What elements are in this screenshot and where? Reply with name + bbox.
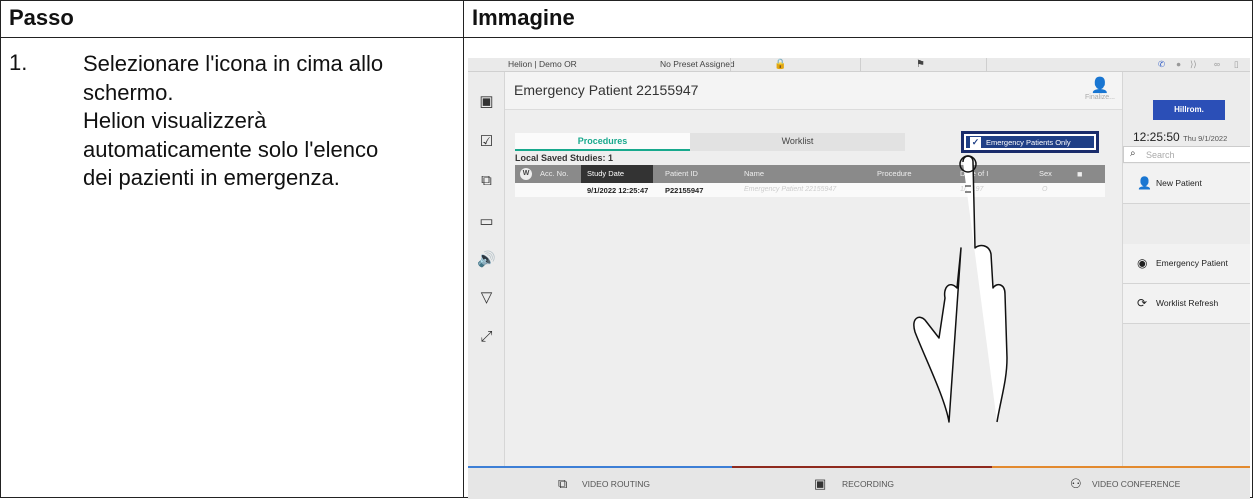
table-row[interactable]: 9/1/2022 12:25:47 P22155947 Emergency Pa…: [515, 183, 1105, 197]
refresh-icon: ⟳: [1137, 296, 1148, 310]
recording-label: RECORDING: [842, 479, 894, 489]
col-sex[interactable]: Sex: [1039, 169, 1052, 178]
display-icon[interactable]: ▭: [468, 212, 505, 230]
tab-bar: Procedures Worklist: [515, 133, 905, 151]
new-patient-button[interactable]: 👤 New Patient: [1123, 164, 1250, 204]
w-column-badge[interactable]: W: [520, 168, 532, 180]
step-line: Helion visualizzerà: [83, 108, 267, 133]
search-placeholder: Search: [1146, 150, 1175, 160]
patient-bar: Emergency Patient 22155947 👤 Finalize...: [505, 72, 1122, 110]
lock-icon[interactable]: 🔒: [774, 59, 786, 70]
user-check-icon: 👤: [1090, 77, 1110, 94]
right-panel: Hillrom. 12:25:50 Thu 9/1/2022 ⌕ Search …: [1122, 72, 1250, 466]
video-routing-label: VIDEO ROUTING: [582, 479, 651, 489]
step-cell: 1. Selezionare l'icona in cima allo sche…: [0, 37, 464, 498]
emergency-toggle-label: Emergency Patients Only: [986, 138, 1071, 147]
tab-worklist[interactable]: Worklist: [690, 133, 905, 151]
new-patient-label: New Patient: [1156, 178, 1202, 188]
status-dot-icon: ●: [1176, 59, 1182, 69]
step-line: schermo.: [83, 79, 174, 105]
instruction-table: Passo Immagine 1. Selezionare l'icona in…: [0, 0, 1253, 499]
worklist-refresh-button[interactable]: ⟳ Worklist Refresh: [1123, 284, 1250, 324]
search-icon: ⌕: [1130, 148, 1136, 159]
main-panel: Emergency Patient 22155947 👤 Finalize...…: [505, 72, 1122, 466]
step-line: dei pazienti in emergenza.: [83, 165, 340, 190]
col-study-date[interactable]: Study Date: [581, 165, 653, 183]
step-text: Selezionare l'icona in cima allo schermo…: [83, 50, 455, 193]
row-sex: O: [1042, 186, 1048, 193]
battery-icon: ▯: [1234, 59, 1239, 69]
emergency-person-icon[interactable]: ⚑: [916, 59, 925, 70]
worklist-refresh-label: Worklist Refresh: [1156, 298, 1219, 308]
layout-icon[interactable]: ⧉: [468, 172, 505, 189]
app-title: Helion | Demo OR: [508, 59, 577, 69]
clock-date: Thu 9/1/2022: [1183, 134, 1228, 143]
checklist-icon[interactable]: ☑: [468, 132, 505, 150]
local-saved-count: Local Saved Studies: 1: [515, 153, 614, 163]
tab-procedures[interactable]: Procedures: [515, 133, 690, 151]
recording-button[interactable]: ▣ RECORDING: [732, 466, 992, 499]
hillrom-logo: Hillrom.: [1153, 100, 1225, 120]
video-conference-label: VIDEO CONFERENCE: [1092, 479, 1181, 489]
step-line: Selezionare l'icona in cima allo: [83, 51, 384, 76]
checkbox-icon: ✓: [970, 137, 981, 148]
clock: 12:25:50 Thu 9/1/2022: [1133, 130, 1227, 144]
col-patient-id[interactable]: Patient ID: [665, 169, 698, 178]
bottom-bar: ⧉ VIDEO ROUTING ▣ RECORDING ⚇ VIDEO CONF…: [468, 466, 1250, 499]
top-status-bar: Helion | Demo OR No Preset Assigned 🔒 ⚑ …: [468, 58, 1250, 72]
emergency-light-icon: ◉: [1137, 256, 1148, 270]
col-name[interactable]: Name: [744, 169, 764, 178]
header-passo: Passo: [0, 0, 464, 38]
phone-icon[interactable]: ✆: [1158, 59, 1165, 70]
video-routing-button[interactable]: ⧉ VIDEO ROUTING: [468, 466, 732, 499]
clock-time: 12:25:50: [1133, 130, 1180, 144]
patient-card-icon[interactable]: ▣: [468, 92, 505, 110]
helion-screenshot: Helion | Demo OR No Preset Assigned 🔒 ⚑ …: [468, 58, 1250, 499]
left-toolbar: ▣ ☑ ⧉ ▭ 🔊 ▽ ⤢: [468, 72, 505, 466]
emergency-patient-button[interactable]: ◉ Emergency Patient: [1123, 244, 1250, 284]
row-patient-id: P22155947: [665, 186, 704, 195]
row-name: Emergency Patient 22155947: [744, 186, 837, 193]
search-input[interactable]: ⌕ Search: [1123, 146, 1250, 163]
signal-icon: ⟩⟩: [1190, 59, 1197, 69]
col-acc[interactable]: Acc. No.: [540, 169, 568, 178]
preset-label: No Preset Assigned: [660, 59, 735, 69]
step-number: 1.: [9, 50, 28, 75]
table-header: W Acc. No. Study Date Patient ID Name Pr…: [515, 165, 1105, 183]
add-user-icon: 👤: [1137, 176, 1152, 190]
light-icon[interactable]: ▽: [468, 288, 505, 306]
folder-icon[interactable]: ■: [1077, 169, 1082, 179]
video-routing-icon: ⧉: [558, 476, 568, 491]
recording-icon: ▣: [814, 476, 827, 491]
header-immagine: Immagine: [463, 0, 1253, 38]
video-conference-button[interactable]: ⚇ VIDEO CONFERENCE: [992, 466, 1250, 499]
row-study-date: 9/1/2022 12:25:47: [587, 186, 649, 195]
step-line: automaticamente solo l'elenco: [83, 136, 379, 162]
hand-pointer-icon: [913, 155, 1008, 423]
glasses-icon: ∞: [1214, 59, 1221, 69]
patient-title: Emergency Patient 22155947: [514, 82, 699, 98]
speaker-icon[interactable]: 🔊: [468, 250, 505, 268]
video-conference-icon: ⚇: [1070, 476, 1082, 491]
finalize-label: Finalize...: [1085, 94, 1115, 101]
expand-icon[interactable]: ⤢: [468, 328, 505, 345]
finalize-button[interactable]: 👤 Finalize...: [1082, 76, 1118, 106]
emergency-patient-label: Emergency Patient: [1156, 258, 1228, 268]
image-cell: Helion | Demo OR No Preset Assigned 🔒 ⚑ …: [463, 37, 1253, 499]
